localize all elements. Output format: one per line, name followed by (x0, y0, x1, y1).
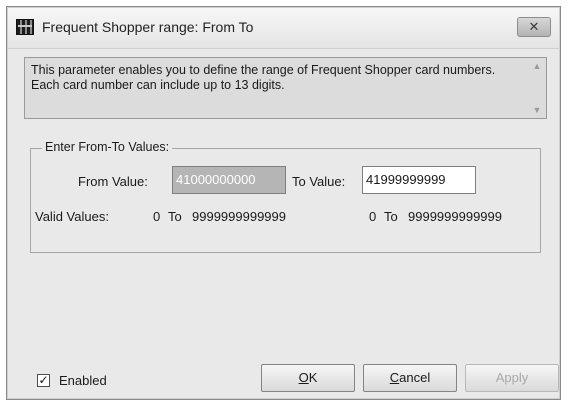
valid-to-max: 9999999999999 (408, 209, 502, 224)
apply-button[interactable]: Apply (465, 364, 559, 392)
valid-from-min: 0 (153, 209, 161, 224)
checkmark-icon: ✓ (38, 373, 49, 387)
valid-to-min: 0 (369, 209, 377, 224)
title-bar[interactable]: Frequent Shopper range: From To ✕ (8, 8, 559, 49)
app-grid-icon (16, 19, 34, 35)
to-value-input[interactable]: 41999999999 (362, 166, 476, 194)
from-value-label: From Value: (78, 174, 148, 189)
window-title: Frequent Shopper range: From To (42, 19, 254, 35)
description-scrollbar[interactable]: ▲ ▼ (529, 59, 545, 117)
ok-button[interactable]: OK (261, 364, 355, 392)
close-button[interactable]: ✕ (517, 17, 551, 37)
to-value-label: To Value: (292, 174, 346, 189)
description-box[interactable]: This parameter enables you to define the… (24, 57, 547, 119)
enabled-label[interactable]: Enabled (59, 373, 107, 388)
valid-from-to: To (168, 209, 182, 224)
cancel-button[interactable]: Cancel (363, 364, 457, 392)
from-value-input[interactable]: 41000000000 (172, 166, 286, 194)
cancel-label-rest: ancel (399, 370, 431, 385)
enabled-checkbox[interactable]: ✓ (37, 374, 50, 387)
valid-values-label: Valid Values: (35, 209, 109, 224)
description-text: This parameter enables you to define the… (31, 63, 496, 92)
ok-mnemonic: O (298, 370, 309, 385)
valid-from-max: 9999999999999 (192, 209, 286, 224)
range-groupbox: Enter From-To Values: (30, 140, 541, 253)
cancel-mnemonic: C (389, 370, 400, 385)
scroll-up-arrow-icon[interactable]: ▲ (533, 59, 542, 73)
range-group-legend: Enter From-To Values: (42, 140, 173, 154)
scroll-down-arrow-icon[interactable]: ▼ (533, 103, 542, 117)
dialog-window: Frequent Shopper range: From To ✕ This p… (6, 6, 561, 400)
close-icon: ✕ (528, 19, 540, 34)
ok-label-rest: K (308, 370, 318, 385)
valid-to-to: To (384, 209, 398, 224)
